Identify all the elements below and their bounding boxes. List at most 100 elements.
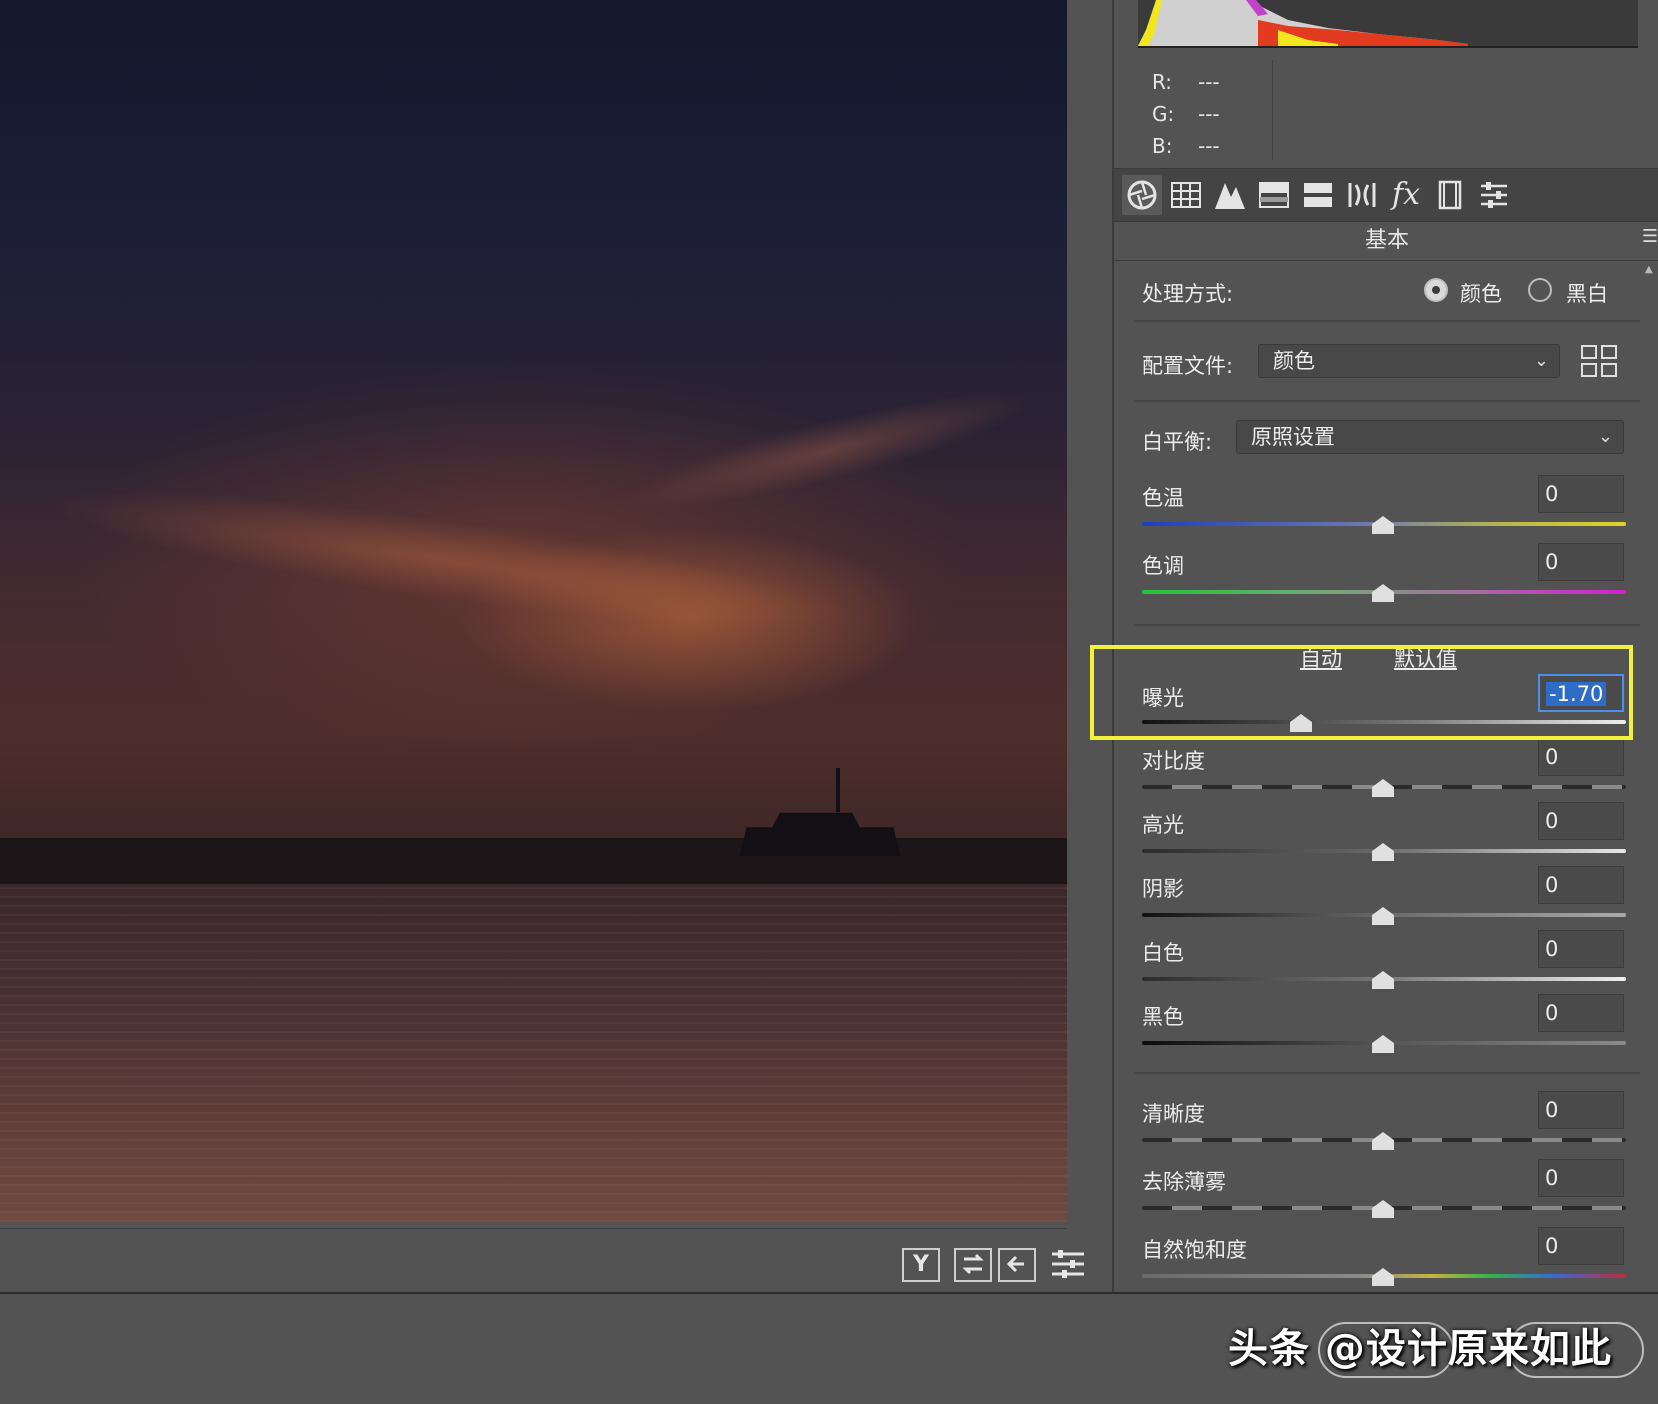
temperature-label: 色温 xyxy=(1142,486,1184,510)
tab-detail[interactable] xyxy=(1210,175,1250,215)
tab-presets[interactable] xyxy=(1474,175,1514,215)
lens-icon xyxy=(1348,183,1376,207)
histogram xyxy=(1138,0,1638,48)
before-after-view-button[interactable]: Y xyxy=(902,1248,940,1282)
grid-icon xyxy=(1581,345,1617,377)
curve-grid-icon xyxy=(1171,182,1201,208)
chevron-down-icon: ⌄ xyxy=(1597,426,1613,447)
whites-label: 白色 xyxy=(1142,941,1184,965)
b-value: --- xyxy=(1198,134,1220,158)
divider xyxy=(1272,60,1273,160)
exposure-highlight-box xyxy=(1090,645,1633,740)
treatment-bw-label: 黑白 xyxy=(1566,282,1608,306)
treatment-bw-radio[interactable] xyxy=(1528,278,1552,302)
tab-calibration[interactable] xyxy=(1430,175,1470,215)
fx-icon: fx xyxy=(1391,177,1421,212)
arrow-left-icon xyxy=(1006,1255,1024,1273)
profile-label: 配置文件: xyxy=(1142,354,1234,378)
mountain-icon xyxy=(1215,183,1245,209)
highlights-input[interactable]: 0 xyxy=(1538,802,1624,840)
profile-value: 颜色 xyxy=(1273,349,1315,373)
section-title: 基本 xyxy=(1114,222,1658,261)
copy-settings-button[interactable] xyxy=(998,1248,1036,1282)
histogram-graph xyxy=(1138,0,1468,46)
dehaze-input[interactable]: 0 xyxy=(1538,1159,1624,1197)
cloud-glow xyxy=(618,370,1042,530)
rgb-readout: R: --- G: --- B: --- xyxy=(1152,66,1220,162)
white-balance-label: 白平衡: xyxy=(1142,430,1213,454)
white-balance-select[interactable]: 原照设置 ⌄ xyxy=(1236,420,1624,454)
tab-hsl[interactable] xyxy=(1254,175,1294,215)
blacks-input[interactable]: 0 xyxy=(1538,994,1624,1032)
sliders-icon xyxy=(1052,1250,1084,1278)
contrast-input[interactable]: 0 xyxy=(1538,738,1624,776)
watermark: 头条 @设计原来如此 xyxy=(1228,1326,1612,1372)
contrast-label: 对比度 xyxy=(1142,749,1205,773)
vibrance-label: 自然饱和度 xyxy=(1142,1238,1247,1262)
chevron-down-icon: ⌄ xyxy=(1533,350,1549,371)
split-tone-icon xyxy=(1304,183,1332,207)
preview-preferences-button[interactable] xyxy=(1050,1247,1086,1281)
scroll-up-icon[interactable]: ▲ xyxy=(1645,264,1653,275)
hsl-icon xyxy=(1259,182,1289,208)
clarity-slider-thumb[interactable] xyxy=(1372,1132,1394,1150)
divider xyxy=(1134,320,1640,322)
image-preview-area xyxy=(0,0,1067,1222)
shadows-label: 阴影 xyxy=(1142,877,1184,901)
tint-slider-thumb[interactable] xyxy=(1372,584,1394,602)
g-label: G: xyxy=(1152,102,1175,126)
tint-label: 色调 xyxy=(1142,554,1184,578)
clarity-label: 清晰度 xyxy=(1142,1102,1205,1126)
ship-mast xyxy=(836,768,840,812)
shadows-input[interactable]: 0 xyxy=(1538,866,1624,904)
g-value: --- xyxy=(1198,102,1220,126)
blacks-slider-thumb[interactable] xyxy=(1372,1035,1394,1053)
water-reflection xyxy=(0,884,1067,1222)
highlights-label: 高光 xyxy=(1142,813,1184,837)
tint-input[interactable]: 0 xyxy=(1538,543,1624,581)
shadows-slider-thumb[interactable] xyxy=(1372,907,1394,925)
divider xyxy=(1134,624,1640,626)
r-value: --- xyxy=(1198,70,1220,94)
vibrance-slider-thumb[interactable] xyxy=(1372,1268,1394,1286)
swap-icon xyxy=(962,1253,984,1275)
before-after-icon: Y xyxy=(913,1252,929,1277)
highlights-slider-thumb[interactable] xyxy=(1372,843,1394,861)
dehaze-label: 去除薄雾 xyxy=(1142,1170,1226,1194)
profile-browser-button[interactable] xyxy=(1580,344,1620,380)
b-label: B: xyxy=(1152,134,1173,158)
shoreline xyxy=(0,838,1067,886)
panel-scrollbar[interactable]: ▲ xyxy=(1645,264,1655,1284)
tab-basic[interactable] xyxy=(1122,175,1162,215)
ship-silhouette xyxy=(740,812,900,856)
divider xyxy=(1134,1072,1640,1074)
sunset-photo xyxy=(0,0,1067,1222)
sliders-icon xyxy=(1481,182,1507,208)
white-balance-value: 原照设置 xyxy=(1251,425,1335,449)
tab-split-toning[interactable] xyxy=(1298,175,1338,215)
preview-toolbar: Y xyxy=(0,1228,1084,1291)
panel-menu-icon[interactable]: ☰ xyxy=(1642,226,1658,247)
whites-input[interactable]: 0 xyxy=(1538,930,1624,968)
treatment-color-label: 颜色 xyxy=(1460,282,1502,306)
whites-slider-thumb[interactable] xyxy=(1372,971,1394,989)
treatment-color-radio[interactable] xyxy=(1424,278,1448,302)
aperture-icon xyxy=(1127,180,1157,210)
film-icon xyxy=(1438,180,1462,210)
divider xyxy=(1134,400,1640,402)
panel-tabs: fx xyxy=(1114,168,1658,222)
tab-effects[interactable]: fx xyxy=(1386,175,1426,215)
vibrance-input[interactable]: 0 xyxy=(1538,1227,1624,1265)
clarity-input[interactable]: 0 xyxy=(1538,1091,1624,1129)
tab-lens[interactable] xyxy=(1342,175,1382,215)
blacks-label: 黑色 xyxy=(1142,1005,1184,1029)
treatment-label: 处理方式: xyxy=(1142,282,1234,306)
dehaze-slider-thumb[interactable] xyxy=(1372,1200,1394,1218)
swap-settings-button[interactable] xyxy=(954,1248,992,1282)
contrast-slider-thumb[interactable] xyxy=(1372,779,1394,797)
temperature-input[interactable]: 0 xyxy=(1538,475,1624,513)
profile-select[interactable]: 颜色 ⌄ xyxy=(1258,344,1560,378)
tab-tone-curve[interactable] xyxy=(1166,175,1206,215)
r-label: R: xyxy=(1152,70,1173,94)
temperature-slider-thumb[interactable] xyxy=(1372,516,1394,534)
